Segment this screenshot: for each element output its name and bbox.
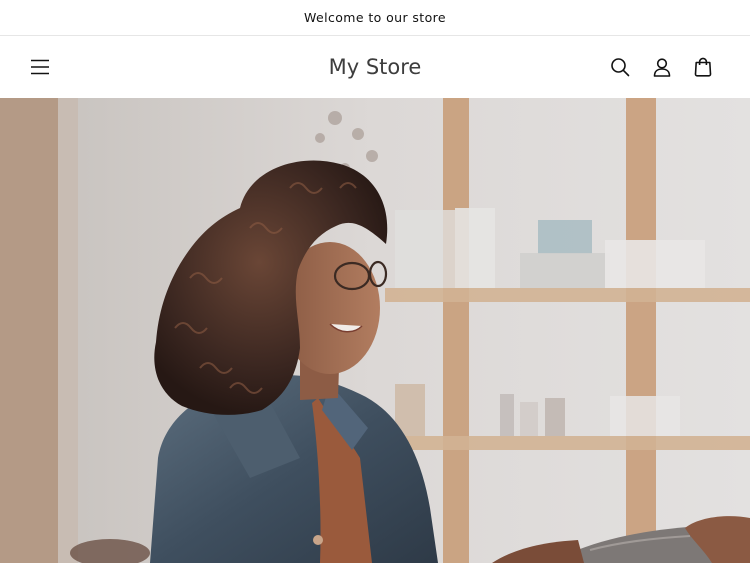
hero-banner[interactable] <box>0 98 750 563</box>
store-logo: My Store <box>0 36 750 98</box>
hamburger-menu-icon <box>31 59 49 75</box>
user-account-icon <box>653 58 671 77</box>
cart-button[interactable] <box>689 53 717 81</box>
store-name-link[interactable]: My Store <box>329 55 422 79</box>
hero-image <box>0 98 750 563</box>
search-icon <box>611 58 630 77</box>
announcement-text: Welcome to our store <box>304 10 446 25</box>
search-button[interactable] <box>606 53 634 81</box>
account-button[interactable] <box>648 53 676 81</box>
menu-button[interactable] <box>26 53 54 81</box>
shopping-bag-icon <box>694 57 712 77</box>
announcement-bar: Welcome to our store <box>0 0 750 36</box>
site-header: My Store <box>0 36 750 98</box>
